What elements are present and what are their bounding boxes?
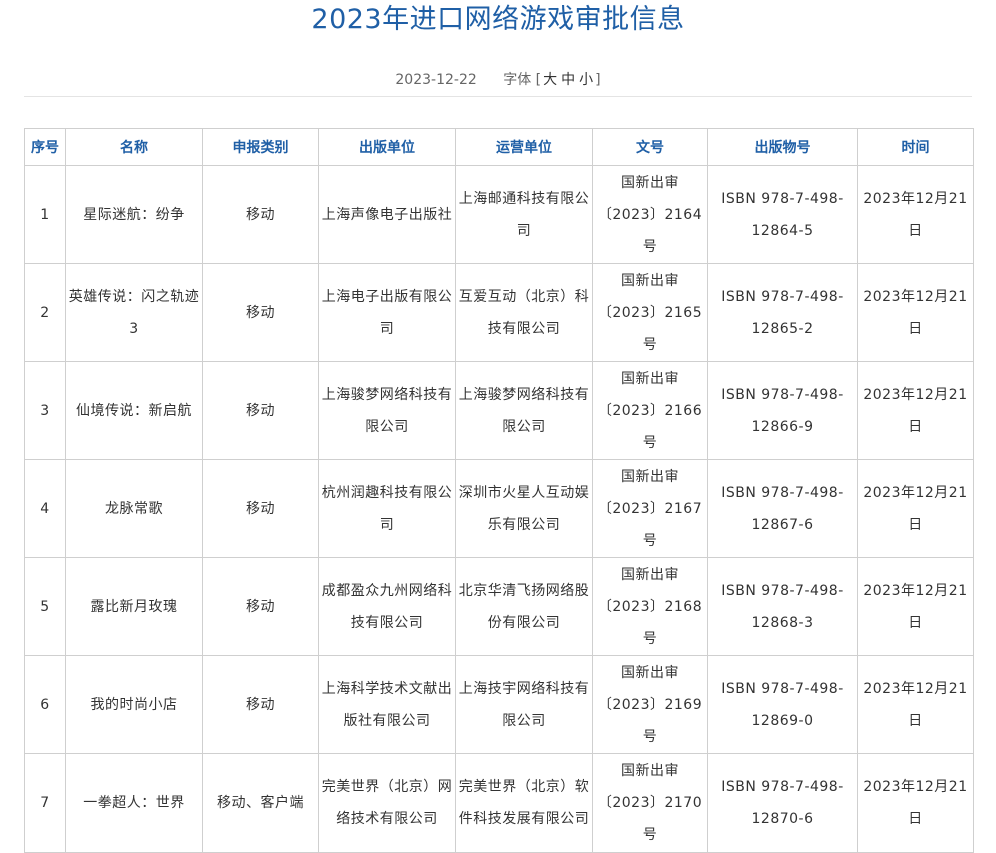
cell-operator: 完美世界（北京）软件科技发展有限公司 [455,753,593,853]
cell-category: 移动 [202,655,319,754]
table-row: 1 星际迷航：纷争 移动 上海声像电子出版社 上海邮通科技有限公司 国新出审〔2… [24,165,974,264]
table-row: 4 龙脉常歌 移动 杭州润趣科技有限公司 深圳市火星人互动娱乐有限公司 国新出审… [24,459,974,558]
cell-doc-number: 国新出审〔2023〕2165号 [592,263,708,362]
cell-name: 仙境传说：新启航 [65,361,203,460]
table-row: 3 仙境传说：新启航 移动 上海骏梦网络科技有限公司 上海骏梦网络科技有限公司 … [24,361,974,460]
cell-no: 1 [24,165,66,264]
cell-name: 星际迷航：纷争 [65,165,203,264]
header-name: 名称 [65,128,203,166]
cell-no: 5 [24,557,66,656]
table-row: 2 英雄传说：闪之轨迹3 移动 上海电子出版有限公司 互爱互动（北京）科技有限公… [24,263,974,362]
cell-isbn: ISBN 978-7-498-12865-2 [707,263,858,362]
font-size-label: 字体 [503,72,532,88]
font-size-medium-link[interactable]: 中 [561,72,575,88]
header-doc-number: 文号 [592,128,708,166]
cell-operator: 上海骏梦网络科技有限公司 [455,361,593,460]
cell-no: 2 [24,263,66,362]
font-size-large-link[interactable]: 大 [543,72,557,88]
cell-name: 龙脉常歌 [65,459,203,558]
cell-operator: 上海邮通科技有限公司 [455,165,593,264]
cell-doc-number: 国新出审〔2023〕2164号 [592,165,708,264]
cell-date: 2023年12月21日 [857,263,974,362]
cell-publisher: 上海电子出版有限公司 [318,263,456,362]
cell-category: 移动 [202,263,319,362]
cell-doc-number: 国新出审〔2023〕2166号 [592,361,708,460]
cell-publisher: 上海声像电子出版社 [318,165,456,264]
table-row: 7 一拳超人：世界 移动、客户端 完美世界（北京）网络技术有限公司 完美世界（北… [24,753,974,853]
header-publisher: 出版单位 [318,128,456,166]
cell-isbn: ISBN 978-7-498-12866-9 [707,361,858,460]
cell-category: 移动、客户端 [202,753,319,853]
cell-doc-number: 国新出审〔2023〕2170号 [592,753,708,853]
cell-operator: 互爱互动（北京）科技有限公司 [455,263,593,362]
cell-category: 移动 [202,557,319,656]
cell-category: 移动 [202,165,319,264]
cell-no: 4 [24,459,66,558]
cell-no: 6 [24,655,66,754]
bracket-open: [ [535,72,542,88]
cell-date: 2023年12月21日 [857,459,974,558]
cell-isbn: ISBN 978-7-498-12868-3 [707,557,858,656]
cell-date: 2023年12月21日 [857,165,974,264]
header-row: 序号 名称 申报类别 出版单位 运营单位 文号 出版物号 时间 [24,128,974,166]
header-isbn: 出版物号 [707,128,858,166]
cell-date: 2023年12月21日 [857,655,974,754]
cell-date: 2023年12月21日 [857,557,974,656]
header-operator: 运营单位 [455,128,593,166]
cell-date: 2023年12月21日 [857,753,974,853]
cell-doc-number: 国新出审〔2023〕2169号 [592,655,708,754]
cell-name: 一拳超人：世界 [65,753,203,853]
table-row: 5 露比新月玫瑰 移动 成都盈众九州网络科技有限公司 北京华清飞扬网络股份有限公… [24,557,974,656]
cell-publisher: 完美世界（北京）网络技术有限公司 [318,753,456,853]
cell-operator: 上海技宇网络科技有限公司 [455,655,593,754]
cell-publisher: 成都盈众九州网络科技有限公司 [318,557,456,656]
cell-category: 移动 [202,361,319,460]
cell-name: 英雄传说：闪之轨迹3 [65,263,203,362]
cell-isbn: ISBN 978-7-498-12869-0 [707,655,858,754]
cell-doc-number: 国新出审〔2023〕2168号 [592,557,708,656]
article-meta: 2023-12-22 字体 [大中小] [0,70,996,90]
approval-table: 序号 名称 申报类别 出版单位 运营单位 文号 出版物号 时间 1 星际迷航：纷… [24,128,974,853]
publish-date: 2023-12-22 [395,72,477,88]
divider [24,96,972,97]
bracket-close: ] [595,72,601,88]
cell-isbn: ISBN 978-7-498-12870-6 [707,753,858,853]
cell-no: 7 [24,753,66,853]
cell-isbn: ISBN 978-7-498-12864-5 [707,165,858,264]
header-no: 序号 [24,128,66,166]
font-size-small-link[interactable]: 小 [579,72,593,88]
header-category: 申报类别 [202,128,319,166]
cell-name: 露比新月玫瑰 [65,557,203,656]
cell-doc-number: 国新出审〔2023〕2167号 [592,459,708,558]
cell-category: 移动 [202,459,319,558]
font-size-selector: 字体 [大中小] [503,72,600,88]
table-row: 6 我的时尚小店 移动 上海科学技术文献出版社有限公司 上海技宇网络科技有限公司… [24,655,974,754]
header-date: 时间 [857,128,974,166]
cell-name: 我的时尚小店 [65,655,203,754]
cell-publisher: 上海骏梦网络科技有限公司 [318,361,456,460]
cell-isbn: ISBN 978-7-498-12867-6 [707,459,858,558]
cell-publisher: 杭州润趣科技有限公司 [318,459,456,558]
cell-date: 2023年12月21日 [857,361,974,460]
page-title: 2023年进口网络游戏审批信息 [311,4,685,35]
cell-no: 3 [24,361,66,460]
cell-publisher: 上海科学技术文献出版社有限公司 [318,655,456,754]
cell-operator: 北京华清飞扬网络股份有限公司 [455,557,593,656]
cell-operator: 深圳市火星人互动娱乐有限公司 [455,459,593,558]
